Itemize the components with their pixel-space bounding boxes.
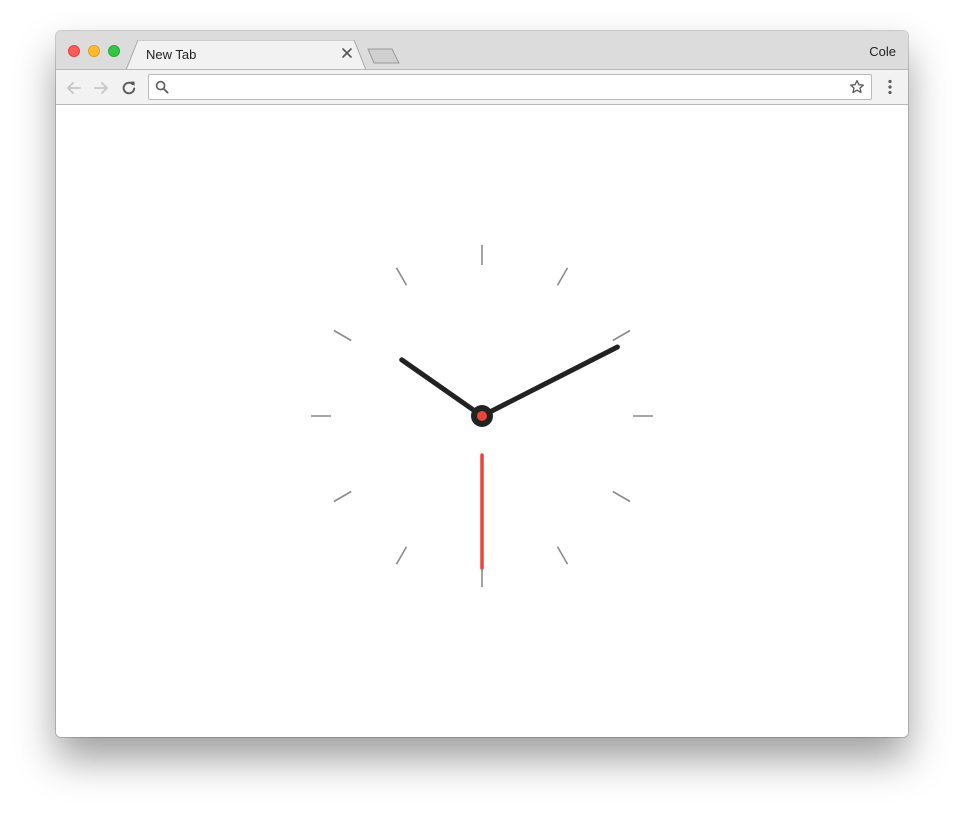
clock-tick [556, 267, 569, 286]
clock-tick [333, 329, 352, 342]
new-tab-button[interactable] [366, 47, 402, 65]
window-close-button[interactable] [68, 45, 80, 57]
profile-button[interactable]: Cole [869, 44, 896, 59]
analog-clock [311, 245, 653, 587]
search-icon [155, 80, 169, 94]
tab-title: New Tab [146, 47, 197, 62]
omnibox-input[interactable] [175, 78, 839, 98]
window-maximize-button[interactable] [108, 45, 120, 57]
page-content [56, 105, 908, 737]
clock-minute-hand [479, 344, 620, 419]
clock-tick [612, 329, 631, 342]
clock-tick [556, 546, 569, 565]
browser-window: New Tab Cole [56, 31, 908, 737]
clock-tick [395, 267, 408, 286]
clock-second-hub [477, 411, 487, 421]
title-bar: New Tab Cole [56, 31, 908, 70]
kebab-menu-icon[interactable] [882, 78, 898, 96]
star-icon[interactable] [849, 79, 865, 95]
clock-hour-hand [399, 357, 485, 419]
toolbar [56, 69, 908, 105]
clock-tick [333, 490, 352, 503]
clock-tick [395, 546, 408, 565]
window-minimize-button[interactable] [88, 45, 100, 57]
close-icon[interactable] [340, 46, 354, 60]
reload-icon[interactable] [120, 79, 138, 97]
arrow-right-icon[interactable] [92, 79, 110, 97]
clock-tick [612, 490, 631, 503]
omnibox[interactable] [148, 74, 872, 100]
arrow-left-icon[interactable] [65, 79, 83, 97]
